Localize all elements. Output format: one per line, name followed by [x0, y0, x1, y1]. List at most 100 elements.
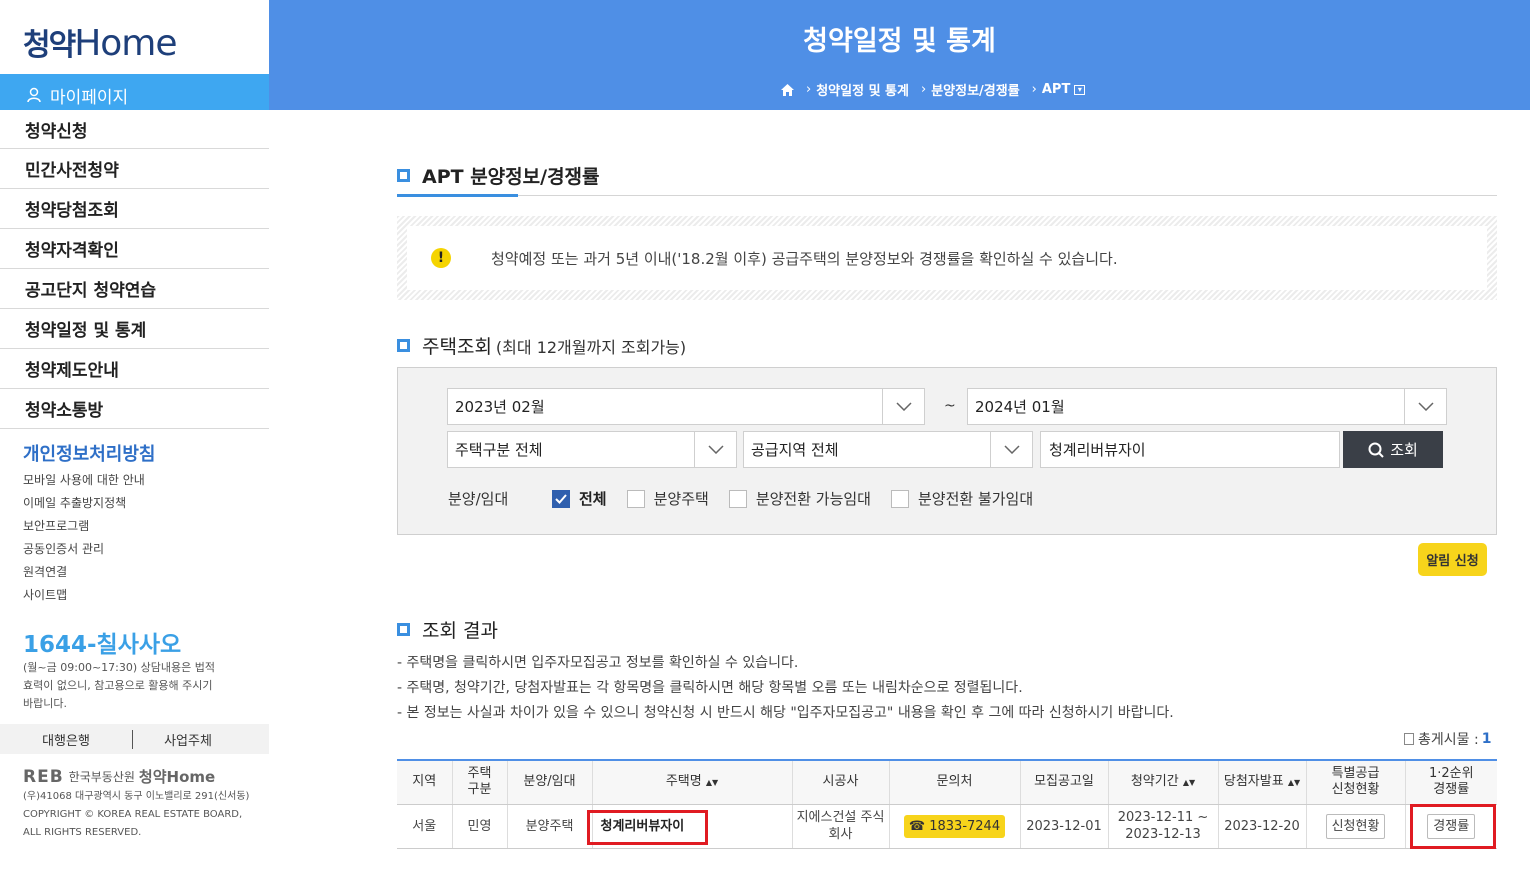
square-bullet-icon: [397, 623, 410, 636]
notice-box: ! 청약예정 또는 과거 5년 이내('18.2월 이후) 공급주택의 분양정보…: [397, 216, 1497, 300]
menu-item-pre-apply[interactable]: 민간사전청약: [0, 149, 269, 189]
chevron-down-icon[interactable]: [694, 432, 736, 467]
start-month-select[interactable]: 2023년 02월: [447, 388, 925, 425]
privacy-policy-link[interactable]: 개인정보처리방침: [23, 440, 155, 466]
section-title-apt: APT 분양정보/경쟁률: [397, 162, 600, 189]
dropdown-icon[interactable]: ▾: [1074, 84, 1086, 95]
breadcrumb: › 청약일정 및 통계 › 분양정보/경쟁률 › APT ▾: [781, 80, 1086, 99]
mypage-link[interactable]: 마이페이지: [0, 74, 269, 110]
region-select[interactable]: 공급지역 전체: [743, 431, 1033, 468]
house-name-input[interactable]: [1040, 431, 1340, 468]
mypage-label: 마이페이지: [50, 87, 129, 108]
house-type-select[interactable]: 주택구분 전체: [447, 431, 737, 468]
sidebar: 청약 Home 마이페이지 청약신청 민간사전청약 청약당첨조회 청약자격확인 …: [0, 0, 269, 869]
section-title-text: 조회 결과: [422, 620, 498, 642]
table-header-row: 지역 주택 구분 분양/임대 주택명 ▲▼ 시공사 문의처 모집공고일 청약기간 …: [397, 759, 1497, 805]
section-title-text: APT 분양정보/경쟁률: [422, 166, 600, 188]
search-button[interactable]: 조회: [1343, 431, 1443, 468]
link-remote[interactable]: 원격연결: [23, 563, 145, 586]
col-house-type: 주택 구분: [452, 759, 508, 805]
col-special-supply: 특별공급 신청현황: [1306, 759, 1406, 805]
cell-rate: 경쟁률: [1405, 803, 1497, 849]
menu-item-apply[interactable]: 청약신청: [0, 110, 269, 149]
menu-item-community[interactable]: 청약소통방: [0, 389, 269, 429]
cell-winner-date: 2023-12-20: [1218, 804, 1307, 849]
filter-all-checkbox[interactable]: 전체: [552, 488, 607, 509]
filter-convertible-rent-checkbox[interactable]: 분양전환 가능임대: [728, 488, 871, 509]
bank-operator-bar: 대행은행 사업주체: [0, 724, 269, 754]
cell-house-name[interactable]: 청계리버뷰자이: [586, 804, 793, 849]
bank-link[interactable]: 대행은행: [0, 729, 133, 749]
cell-sale: 분양주택: [507, 804, 593, 849]
phone-button[interactable]: ☎ 1833-7244: [903, 814, 1006, 838]
cell-builder: 지에스건설 주식회사: [792, 804, 890, 849]
alarm-request-button[interactable]: 알림 신청: [1418, 543, 1487, 576]
start-month-value: 2023년 02월: [455, 398, 545, 416]
sort-icon[interactable]: ▲▼: [706, 778, 718, 787]
checkmark-icon: [552, 489, 570, 508]
section-subtitle: (최대 12개월까지 조회가능): [495, 337, 687, 357]
breadcrumb-item[interactable]: 청약일정 및 통계: [816, 80, 909, 99]
result-note: - 주택명을 클릭하시면 입주자모집공고 정보를 확인하실 수 있습니다.: [397, 655, 799, 671]
highlight-box: [1409, 803, 1496, 849]
chevron-down-icon[interactable]: [882, 389, 924, 424]
col-notice-date: 모집공고일: [1020, 759, 1109, 805]
cell-region: 서울: [397, 804, 453, 849]
page-title: 청약일정 및 통계: [803, 26, 996, 57]
filter-sale-label: 분양주택: [653, 490, 709, 508]
house-type-value: 주택구분 전체: [455, 441, 543, 459]
special-status-button[interactable]: 신청현황: [1325, 813, 1386, 839]
title-divider: [397, 194, 1497, 197]
filter-convertible-rent-label: 분양전환 가능임대: [755, 490, 871, 508]
sort-icon[interactable]: ▲▼: [1288, 778, 1300, 787]
col-house-name[interactable]: 주택명 ▲▼: [592, 759, 793, 805]
square-bullet-icon: [397, 169, 410, 182]
link-email-policy[interactable]: 이메일 추출방지정책: [23, 494, 145, 517]
end-month-select[interactable]: 2024년 01월: [967, 388, 1447, 425]
breadcrumb-item[interactable]: APT: [1042, 82, 1070, 97]
highlight-box: [586, 809, 708, 845]
sort-icon[interactable]: ▲▼: [1183, 778, 1195, 787]
cell-type: 민영: [452, 804, 508, 849]
filter-nonconvertible-rent-checkbox[interactable]: 분양전환 불가임대: [890, 488, 1034, 509]
square-bullet-icon: [397, 339, 410, 352]
call-center-note: (월~금 09:00~17:30) 상담내용은 법적효력이 없으니, 참고용으로…: [23, 661, 215, 710]
menu-item-eligibility[interactable]: 청약자격확인: [0, 229, 269, 269]
main-menu: 청약신청 민간사전청약 청약당첨조회 청약자격확인 공고단지 청약연습 청약일정…: [0, 110, 269, 429]
search-icon: [1368, 442, 1384, 458]
link-mobile-guide[interactable]: 모바일 사용에 대한 안내: [23, 471, 145, 494]
footer-address: (우)41068 대구광역시 동구 이노밸리로 291(신서동): [23, 791, 250, 802]
chevron-down-icon[interactable]: [990, 432, 1032, 467]
menu-item-system-guide[interactable]: 청약제도안내: [0, 349, 269, 389]
menu-item-schedule-stats[interactable]: 청약일정 및 통계: [0, 309, 269, 349]
footer-text: (우)41068 대구광역시 동구 이노밸리로 291(신서동) COPYRIG…: [23, 788, 263, 842]
total-label: 총게시물 :: [1418, 732, 1479, 748]
col-sale-type: 분양/임대: [507, 759, 593, 805]
range-tilde: ~: [944, 398, 956, 414]
chevron-right-icon: ›: [806, 82, 812, 97]
link-sitemap[interactable]: 사이트맵: [23, 586, 145, 609]
filter-sale-checkbox[interactable]: 분양주택: [626, 488, 709, 509]
chevron-right-icon: ›: [1031, 82, 1037, 97]
col-period[interactable]: 청약기간 ▲▼: [1108, 759, 1219, 805]
cell-period: 2023-12-11 ~ 2023-12-13: [1108, 804, 1219, 849]
notice-text: 청약예정 또는 과거 5년 이내('18.2월 이후) 공급주택의 분양정보와 …: [491, 249, 1118, 268]
search-button-label: 조회: [1390, 442, 1418, 459]
breadcrumb-item[interactable]: 분양정보/경쟁률: [931, 80, 1019, 99]
menu-item-winner-check[interactable]: 청약당첨조회: [0, 189, 269, 229]
filter-nonconvertible-rent-label: 분양전환 불가임대: [917, 490, 1034, 508]
end-month-value: 2024년 01월: [975, 398, 1065, 416]
footer-links: 모바일 사용에 대한 안내 이메일 추출방지정책 보안프로그램 공동인증서 관리…: [23, 471, 145, 609]
menu-item-practice[interactable]: 공고단지 청약연습: [0, 269, 269, 309]
site-logo[interactable]: 청약 Home: [23, 20, 178, 64]
col-winner-date[interactable]: 당첨자발표 ▲▼: [1218, 759, 1307, 805]
link-security-program[interactable]: 보안프로그램: [23, 517, 145, 540]
region-value: 공급지역 전체: [751, 441, 839, 459]
link-certificate[interactable]: 공동인증서 관리: [23, 540, 145, 563]
call-center-number: 1644-칠사사오: [23, 632, 182, 658]
operator-link[interactable]: 사업주체: [133, 730, 243, 749]
result-table: 지역 주택 구분 분양/임대 주택명 ▲▼ 시공사 문의처 모집공고일 청약기간 …: [397, 759, 1497, 849]
home-icon[interactable]: [781, 83, 794, 96]
chevron-down-icon[interactable]: [1404, 389, 1446, 424]
search-panel: 2023년 02월 ~ 2024년 01월 주택구분 전체 공급지역 전체 조회…: [397, 367, 1497, 535]
